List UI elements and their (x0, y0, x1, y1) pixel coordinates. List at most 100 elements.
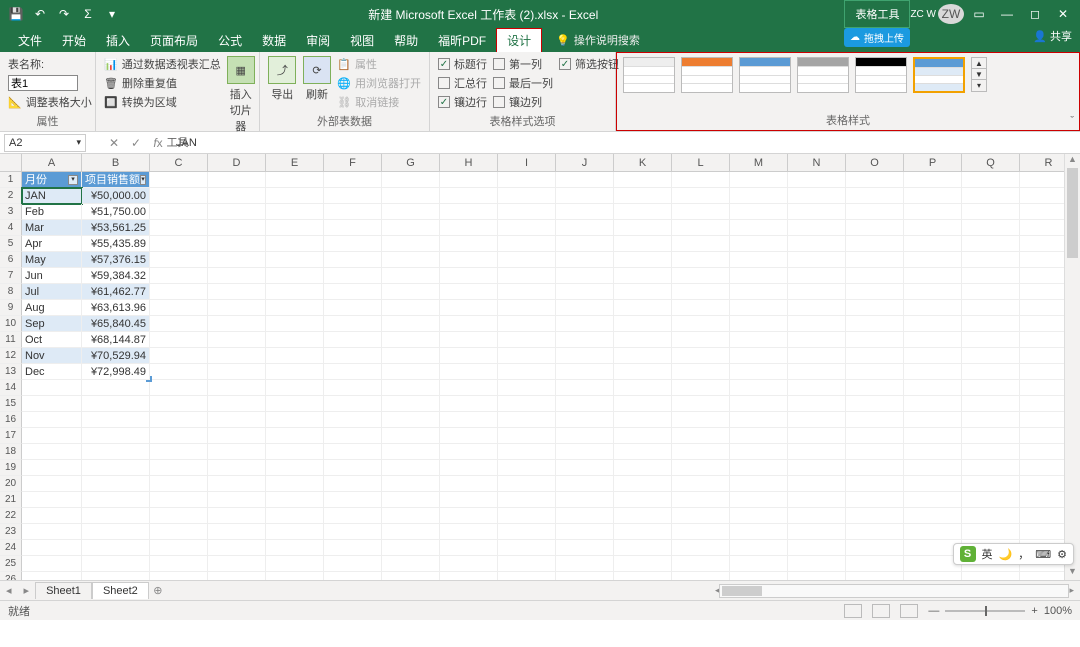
cell[interactable] (672, 268, 730, 284)
cell[interactable] (150, 364, 208, 380)
cell[interactable] (614, 220, 672, 236)
cell[interactable] (498, 508, 556, 524)
table-style-gray[interactable] (797, 57, 849, 93)
tab-design[interactable]: 设计 (496, 28, 542, 52)
cell[interactable] (150, 188, 208, 204)
tab-insert[interactable]: 插入 (96, 28, 140, 52)
cell[interactable] (904, 220, 962, 236)
table-name-input[interactable] (8, 75, 78, 91)
cell[interactable] (382, 284, 440, 300)
row-header[interactable]: 15 (0, 396, 22, 412)
cell[interactable] (556, 172, 614, 188)
cell[interactable] (208, 540, 266, 556)
cell[interactable] (440, 172, 498, 188)
cell[interactable] (440, 396, 498, 412)
cell[interactable] (556, 492, 614, 508)
cell[interactable] (788, 236, 846, 252)
cell[interactable] (82, 492, 150, 508)
cell[interactable] (672, 188, 730, 204)
cell[interactable] (846, 252, 904, 268)
cell[interactable] (846, 172, 904, 188)
cell[interactable] (440, 188, 498, 204)
cell[interactable] (672, 412, 730, 428)
insert-slicer-button[interactable]: ▦ 插入 切片器 (227, 56, 255, 134)
cell[interactable] (730, 348, 788, 364)
row-header[interactable]: 11 (0, 332, 22, 348)
cell[interactable]: Jun (22, 268, 82, 284)
cell[interactable] (614, 492, 672, 508)
table-style-orange[interactable] (681, 57, 733, 93)
cell[interactable]: Oct (22, 332, 82, 348)
cell[interactable] (266, 332, 324, 348)
cell[interactable] (672, 204, 730, 220)
banded-rows-checkbox[interactable]: ✓ (438, 96, 450, 108)
cell[interactable] (498, 332, 556, 348)
cell[interactable] (556, 348, 614, 364)
cell[interactable] (962, 220, 1020, 236)
cell[interactable] (382, 540, 440, 556)
cell[interactable] (614, 252, 672, 268)
cell[interactable] (382, 204, 440, 220)
cell[interactable] (672, 444, 730, 460)
cell[interactable] (614, 460, 672, 476)
cell[interactable] (788, 444, 846, 460)
cell[interactable] (382, 364, 440, 380)
cell[interactable] (962, 460, 1020, 476)
cell[interactable] (440, 476, 498, 492)
cell[interactable] (904, 300, 962, 316)
cell[interactable] (672, 572, 730, 580)
cell[interactable] (22, 396, 82, 412)
cell[interactable] (324, 316, 382, 332)
cell[interactable] (730, 540, 788, 556)
cell[interactable] (498, 572, 556, 580)
user-name[interactable]: ZC W (910, 4, 936, 24)
tab-home[interactable]: 开始 (52, 28, 96, 52)
cell[interactable] (730, 380, 788, 396)
cell[interactable] (904, 572, 962, 580)
cell[interactable] (846, 380, 904, 396)
cell[interactable] (324, 220, 382, 236)
select-all-corner[interactable] (0, 154, 22, 171)
cell[interactable] (498, 556, 556, 572)
row-header[interactable]: 5 (0, 236, 22, 252)
cell[interactable] (150, 524, 208, 540)
cell[interactable] (324, 364, 382, 380)
cell[interactable]: ¥50,000.00 (82, 188, 150, 204)
cell[interactable] (440, 300, 498, 316)
tab-formulas[interactable]: 公式 (208, 28, 252, 52)
cell[interactable] (150, 236, 208, 252)
cell[interactable] (150, 492, 208, 508)
cell[interactable] (150, 396, 208, 412)
style-gallery-controls[interactable]: ▲▼▾ (971, 57, 987, 92)
cell[interactable] (904, 508, 962, 524)
filter-button-checkbox[interactable]: ✓ (559, 58, 571, 70)
cell[interactable] (440, 332, 498, 348)
cell[interactable] (150, 460, 208, 476)
col-header-K[interactable]: K (614, 154, 672, 171)
save-icon[interactable]: 💾 (6, 4, 26, 24)
col-header-Q[interactable]: Q (962, 154, 1020, 171)
cloud-upload-button[interactable]: ☁ 拖拽上传 (844, 28, 910, 47)
cell[interactable] (614, 412, 672, 428)
table-resize-handle[interactable] (146, 376, 152, 382)
cell[interactable] (324, 476, 382, 492)
cell[interactable] (788, 268, 846, 284)
cell[interactable] (498, 524, 556, 540)
cell[interactable]: ¥65,840.45 (82, 316, 150, 332)
cell[interactable] (614, 380, 672, 396)
cell[interactable] (556, 236, 614, 252)
cell[interactable] (730, 556, 788, 572)
cell[interactable] (498, 380, 556, 396)
cell[interactable] (846, 316, 904, 332)
cell[interactable] (788, 188, 846, 204)
cell[interactable] (440, 236, 498, 252)
hscroll-right-icon[interactable]: ▸ (1069, 585, 1074, 596)
cell[interactable]: Dec (22, 364, 82, 380)
cell[interactable] (22, 444, 82, 460)
row-header[interactable]: 2 (0, 188, 22, 204)
tab-foxit[interactable]: 福昕PDF (428, 28, 496, 52)
cell[interactable] (672, 252, 730, 268)
cell[interactable] (208, 572, 266, 580)
cell[interactable] (208, 412, 266, 428)
cell[interactable] (266, 220, 324, 236)
